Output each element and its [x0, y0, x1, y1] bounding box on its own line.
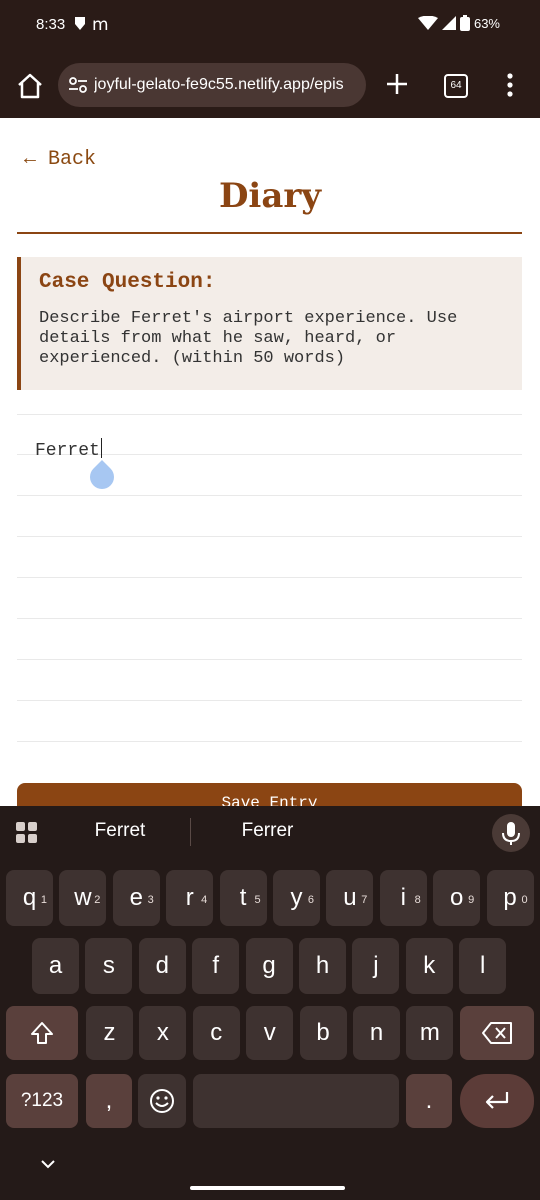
key-x[interactable]: x [139, 1006, 187, 1060]
emoji-icon [150, 1089, 174, 1113]
enter-key[interactable] [460, 1074, 534, 1128]
key-number-hint: 9 [468, 894, 475, 906]
shift-key[interactable] [6, 1006, 78, 1060]
key-d[interactable]: d [138, 938, 186, 994]
clock: 8:33 [36, 16, 66, 33]
address-bar[interactable]: joyful-gelato-fe9c55.netlify.app/epis [58, 63, 366, 107]
tab-switcher-button[interactable]: 64 [444, 74, 468, 98]
key-number-hint: 8 [414, 894, 421, 906]
new-tab-icon[interactable] [382, 69, 412, 99]
key-y[interactable]: y6 [273, 870, 320, 926]
suggestion-1[interactable]: Ferret [60, 820, 180, 842]
key-j[interactable]: j [352, 938, 400, 994]
battery-percent: 63% [473, 15, 500, 31]
symbols-key[interactable]: ?123 [6, 1074, 78, 1128]
status-bar: 8:33 m 63% [0, 0, 540, 52]
back-link[interactable]: ← Back [24, 148, 96, 171]
site-settings-icon[interactable] [68, 75, 88, 95]
key-k[interactable]: k [405, 938, 453, 994]
key-m[interactable]: m [406, 1006, 454, 1060]
key-v[interactable]: v [246, 1006, 294, 1060]
key-h[interactable]: h [299, 938, 346, 994]
key-p[interactable]: p0 [486, 870, 534, 926]
more-menu-icon[interactable] [500, 70, 520, 100]
gesture-bar[interactable] [190, 1186, 345, 1190]
shift-icon [31, 1022, 53, 1044]
emoji-key[interactable] [138, 1074, 186, 1128]
page-title: Diary [218, 176, 322, 216]
on-screen-keyboard: Ferret Ferrer q1w2e3r4t5y6u7i8o9p0 asdfg… [0, 806, 540, 1200]
comma-key[interactable]: , [86, 1074, 132, 1128]
system-status: 63% [417, 15, 500, 31]
suggestion-divider [190, 818, 191, 846]
key-t[interactable]: t5 [219, 870, 267, 926]
paper-line [17, 414, 522, 415]
wifi-icon [417, 16, 438, 30]
save-entry-button[interactable]: Save Entry [17, 783, 522, 806]
diary-entry-textarea[interactable]: Ferret [17, 414, 522, 764]
key-number-hint: 0 [521, 894, 528, 906]
notification-icons: m [72, 14, 112, 38]
key-c[interactable]: c [192, 1006, 240, 1060]
key-number-hint: 6 [307, 894, 314, 906]
key-g[interactable]: g [245, 938, 293, 994]
diary-page: ← Back Diary Case Question: Describe Fer… [0, 118, 540, 806]
key-e[interactable]: e3 [112, 870, 160, 926]
entry-text: Ferret [35, 438, 102, 461]
key-n[interactable]: n [353, 1006, 400, 1060]
text-cursor [100, 438, 102, 458]
period-key[interactable]: . [406, 1074, 452, 1128]
case-question-heading: Case Question: [39, 271, 216, 294]
key-a[interactable]: a [32, 938, 79, 994]
key-number-hint: 3 [147, 894, 154, 906]
key-f[interactable]: f [192, 938, 240, 994]
space-key[interactable] [193, 1074, 399, 1128]
key-o[interactable]: o9 [433, 870, 481, 926]
key-r[interactable]: r4 [166, 870, 214, 926]
key-q[interactable]: q1 [6, 870, 53, 926]
key-number-hint: 5 [254, 894, 261, 906]
suggestion-2[interactable]: Ferrer [205, 820, 330, 842]
mic-button[interactable] [492, 814, 530, 852]
url-text: joyful-gelato-fe9c55.netlify.app/epis [94, 76, 344, 93]
key-b[interactable]: b [299, 1006, 347, 1060]
home-icon[interactable] [14, 70, 46, 102]
key-number-hint: 4 [201, 894, 208, 906]
key-l[interactable]: l [459, 938, 507, 994]
hide-keyboard-icon[interactable] [38, 1158, 58, 1172]
title-divider [17, 232, 522, 234]
key-number-hint: 1 [40, 894, 47, 906]
backspace-icon [482, 1022, 512, 1044]
key-s[interactable]: s [85, 938, 133, 994]
key-number-hint: 2 [94, 894, 101, 906]
key-i[interactable]: i8 [379, 870, 427, 926]
notification-icon: m [75, 15, 109, 35]
case-question-text: Describe Ferret's airport experience. Us… [39, 309, 458, 368]
apps-grid-icon[interactable] [16, 822, 38, 844]
signal-icon [441, 16, 456, 30]
mic-icon [502, 822, 520, 845]
enter-icon [485, 1092, 509, 1109]
suggestion-strip: Ferret Ferrer [0, 806, 540, 858]
backspace-key[interactable] [460, 1006, 534, 1060]
svg-text:m: m [92, 15, 109, 34]
case-question-card: Case Question: Describe Ferret's airport… [17, 257, 522, 390]
key-number-hint: 7 [361, 894, 368, 906]
key-u[interactable]: u7 [326, 870, 374, 926]
key-w[interactable]: w2 [59, 870, 107, 926]
browser-toolbar: joyful-gelato-fe9c55.netlify.app/epis 64 [0, 52, 540, 118]
key-z[interactable]: z [86, 1006, 133, 1060]
battery-icon [459, 15, 470, 31]
